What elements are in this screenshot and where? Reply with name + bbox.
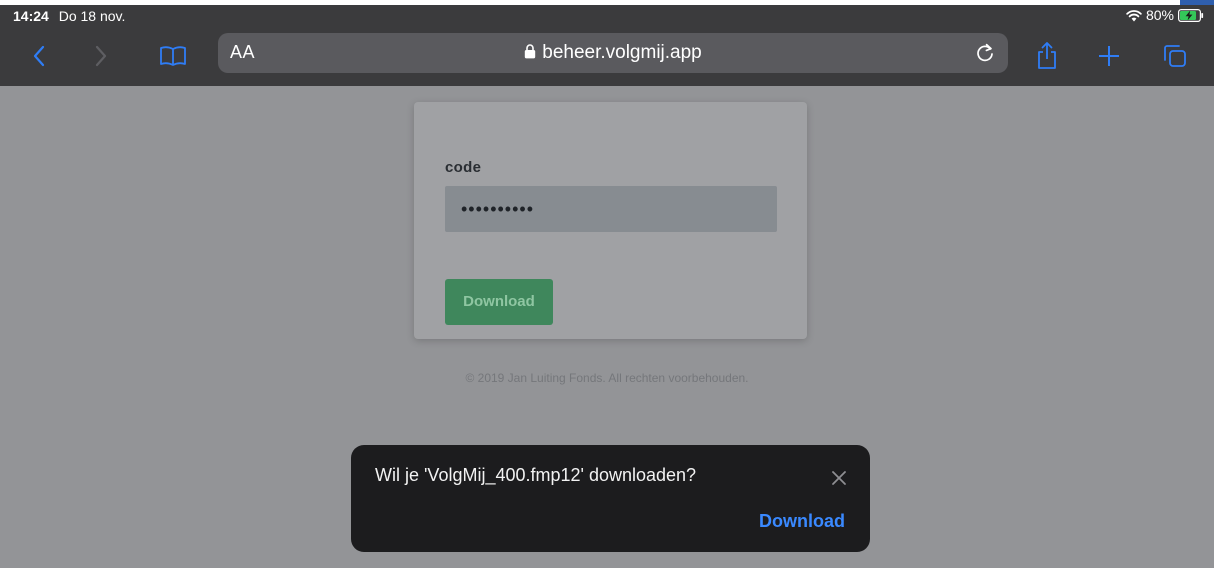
address-bar[interactable]: AA beheer.volgmij.app xyxy=(218,33,1008,73)
status-date: Do 18 nov. xyxy=(58,8,126,24)
status-right: 80% xyxy=(1126,7,1204,23)
new-tab-icon[interactable] xyxy=(1092,39,1126,73)
status-left: 14:24 Do 18 nov. xyxy=(13,8,125,24)
url-text: beheer.volgmij.app xyxy=(542,42,702,63)
status-bar: 14:24 Do 18 nov. 80% xyxy=(0,5,1214,27)
back-icon[interactable] xyxy=(22,39,56,73)
download-button[interactable]: Download xyxy=(445,279,553,325)
code-label: code xyxy=(445,159,482,176)
forward-icon[interactable] xyxy=(84,39,118,73)
wifi-icon xyxy=(1126,9,1142,22)
download-prompt-message: Wil je 'VolgMij_400.fmp12' downloaden? xyxy=(375,465,697,485)
lock-icon xyxy=(524,43,536,65)
reload-icon[interactable] xyxy=(972,40,998,66)
browser-toolbar: AA beheer.volgmij.app xyxy=(0,27,1214,86)
code-input[interactable]: •••••••••• xyxy=(445,186,777,232)
close-icon[interactable] xyxy=(830,469,848,487)
download-prompt: Wil je 'VolgMij_400.fmp12' downloaden? D… xyxy=(351,445,870,552)
tabs-icon[interactable] xyxy=(1158,39,1192,73)
status-time: 14:24 xyxy=(13,8,49,24)
prompt-download-button[interactable]: Download xyxy=(759,511,845,532)
bookmarks-icon[interactable] xyxy=(156,39,190,73)
battery-percent: 80% xyxy=(1145,7,1174,23)
download-card: code •••••••••• Download xyxy=(414,102,807,339)
safari-screen: 14:24 Do 18 nov. 80% AA beheer.volgmij.a… xyxy=(0,0,1214,568)
copyright-footer: © 2019 Jan Luiting Fonds. All rechten vo… xyxy=(465,371,749,385)
url-display[interactable]: beheer.volgmij.app xyxy=(218,42,1008,65)
battery-charging-icon xyxy=(1178,8,1204,22)
share-icon[interactable] xyxy=(1030,39,1064,73)
